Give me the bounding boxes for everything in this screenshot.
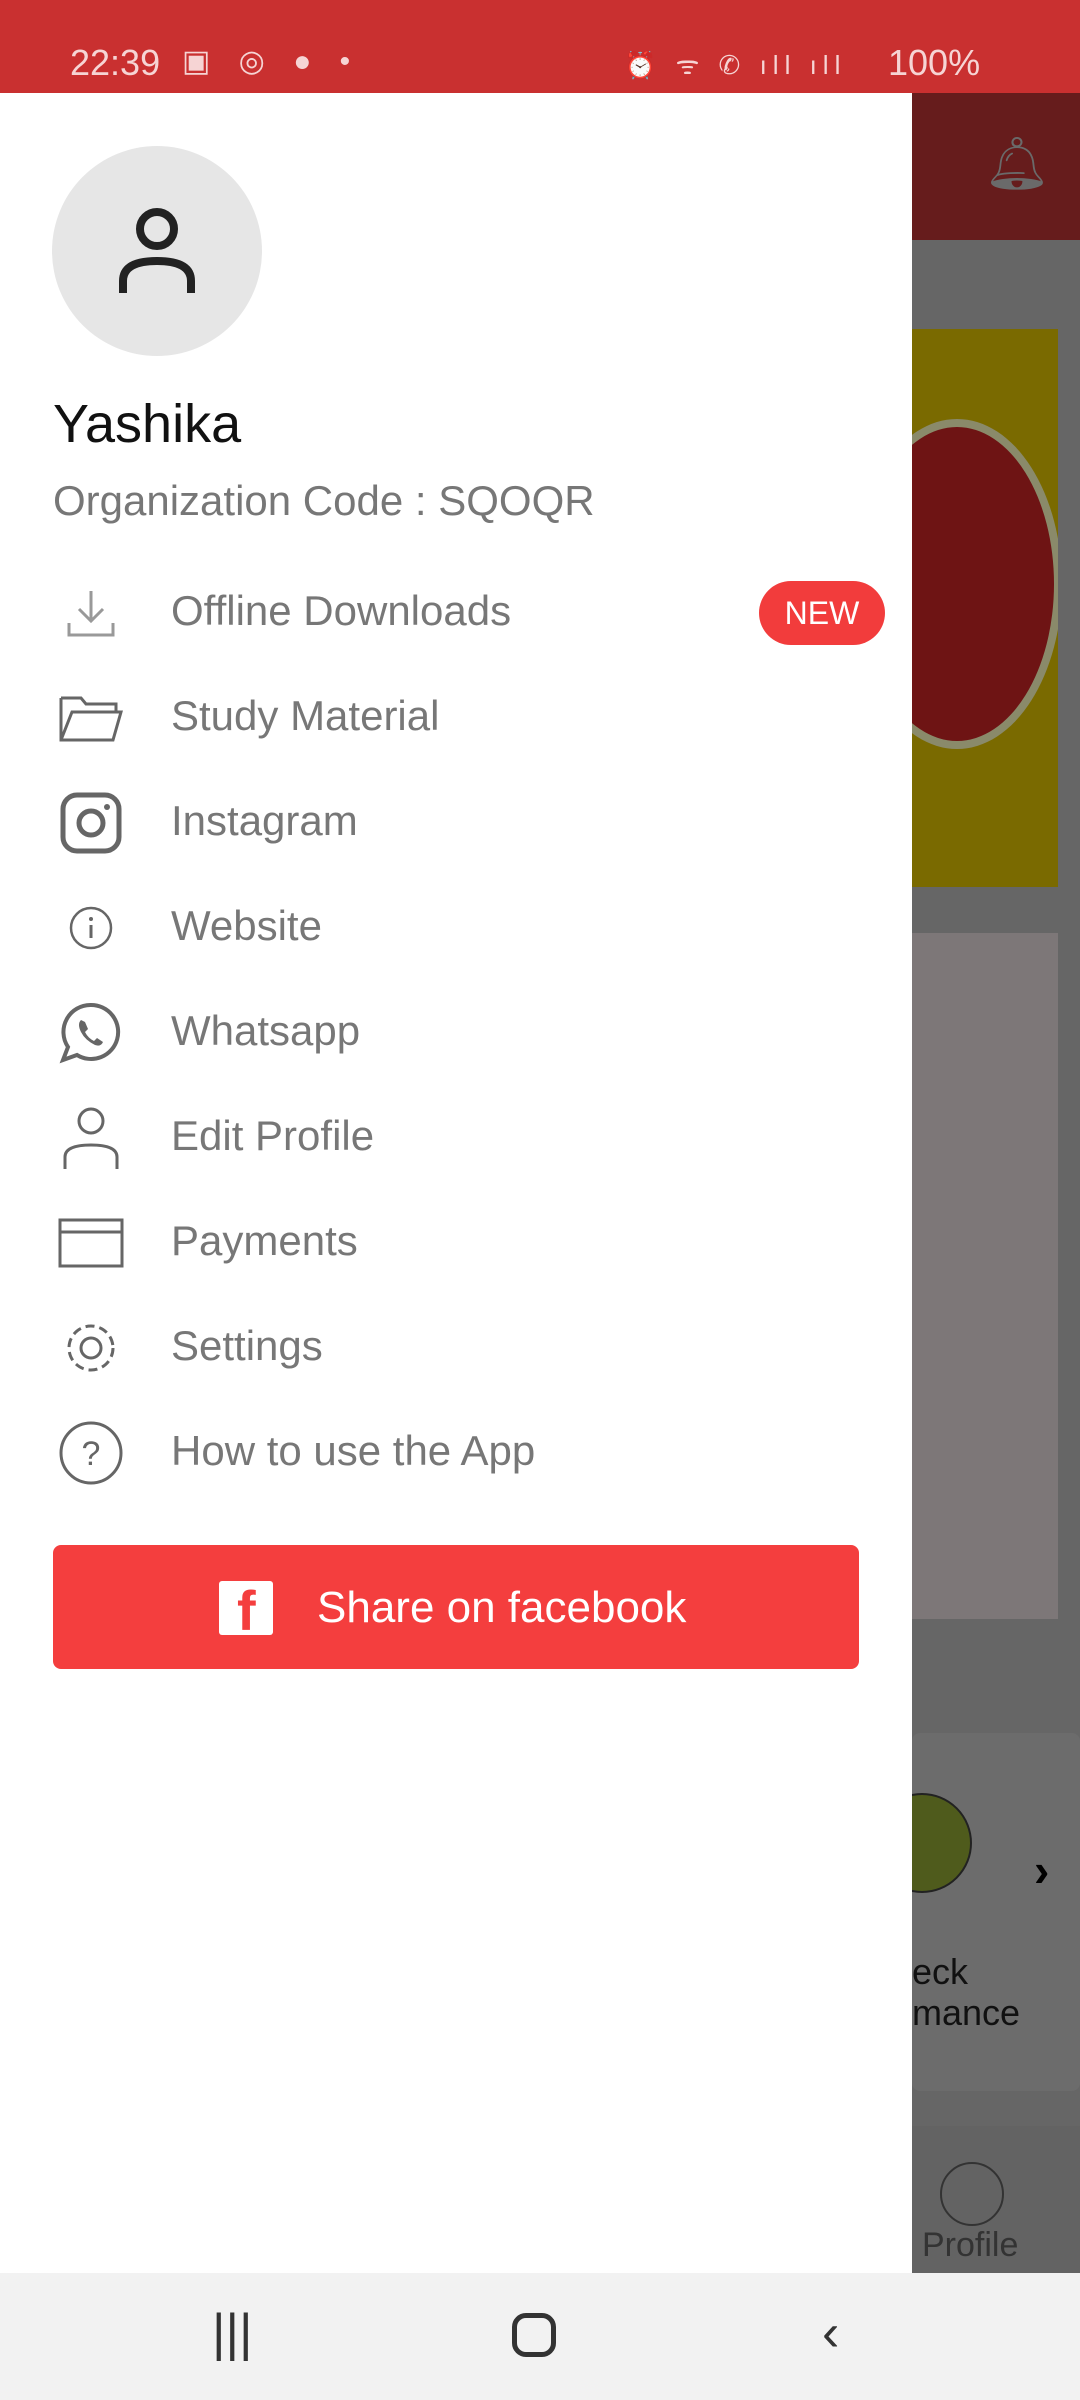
banner-image (912, 329, 1058, 887)
app-header: 🔔︎ (912, 93, 1080, 240)
download-icon (56, 581, 126, 645)
person-icon (119, 208, 195, 293)
menu-label: Settings (171, 1322, 323, 1369)
system-nav-bar: ||| ‹ (0, 2273, 1080, 2400)
avatar[interactable] (52, 146, 262, 356)
menu-label: Offline Downloads (171, 587, 512, 634)
performance-card: › eck mance (872, 1733, 1080, 2091)
status-time: 22:39 (70, 42, 161, 83)
promo-image (912, 933, 1058, 1619)
info-icon (56, 896, 126, 960)
back-button[interactable]: ‹ (822, 2303, 839, 2363)
chevron-right-icon: › (1034, 1844, 1050, 1896)
whatsapp-icon (56, 1001, 126, 1065)
recents-button[interactable]: ||| (212, 2303, 253, 2363)
battery-level: 100% (888, 42, 981, 83)
card-icon (56, 1211, 126, 1275)
user-name: Yashika (53, 394, 242, 454)
share-label: Share on facebook (317, 1583, 687, 1632)
organization-code: Organization Code : SQOQR (53, 477, 595, 524)
menu-instagram[interactable]: Instagram (0, 773, 912, 873)
menu-whatsapp[interactable]: Whatsapp (0, 983, 912, 1083)
help-icon: ? (56, 1421, 126, 1485)
profile-icon (940, 2162, 1004, 2226)
bell-icon: 🔔︎ (984, 135, 1051, 193)
card-text: eck (912, 1951, 969, 1992)
menu-label: Payments (171, 1217, 358, 1264)
menu-edit-profile[interactable]: Edit Profile (0, 1088, 912, 1188)
new-badge: NEW (759, 581, 885, 645)
folder-icon (56, 686, 126, 750)
person-icon (56, 1106, 126, 1170)
menu-website[interactable]: Website (0, 878, 912, 978)
home-button[interactable] (512, 2313, 556, 2357)
status-bar: 22:39 ▣ ◎ ● • ⏰ ᯤ ✆ ıll ıll 100% (0, 0, 1080, 93)
instagram-icon (56, 791, 126, 855)
card-text: mance (912, 1992, 1021, 2033)
menu-settings[interactable]: Settings (0, 1298, 912, 1398)
share-facebook-button[interactable]: f Share on facebook (53, 1545, 859, 1669)
spin-wheel-image (912, 419, 1058, 749)
menu-how-to-use[interactable]: ? How to use the App (0, 1403, 912, 1503)
menu-payments[interactable]: Payments (0, 1193, 912, 1293)
background-screen-dimmed: 🔔︎ › eck mance Profile (872, 93, 1080, 2273)
menu-label: Website (171, 902, 322, 949)
nav-profile-label: Profile (922, 2226, 1019, 2264)
notification-icons: ▣ ◎ ● • (182, 45, 361, 78)
menu-label: Whatsapp (171, 1007, 361, 1054)
bottom-nav: Profile (912, 2126, 1080, 2273)
menu-label: Study Material (171, 692, 440, 739)
svg-text:?: ? (82, 1435, 101, 1473)
menu-label: How to use the App (171, 1427, 536, 1474)
menu-study-material[interactable]: Study Material (0, 668, 912, 768)
facebook-icon: f (219, 1581, 273, 1641)
menu-label: Edit Profile (171, 1112, 375, 1159)
gear-icon (56, 1316, 126, 1380)
menu-label: Instagram (171, 797, 358, 844)
navigation-drawer: Yashika Organization Code : SQOQR Offlin… (0, 93, 912, 2273)
system-status-icons: ⏰ ᯤ ✆ ıll ıll (624, 50, 847, 80)
